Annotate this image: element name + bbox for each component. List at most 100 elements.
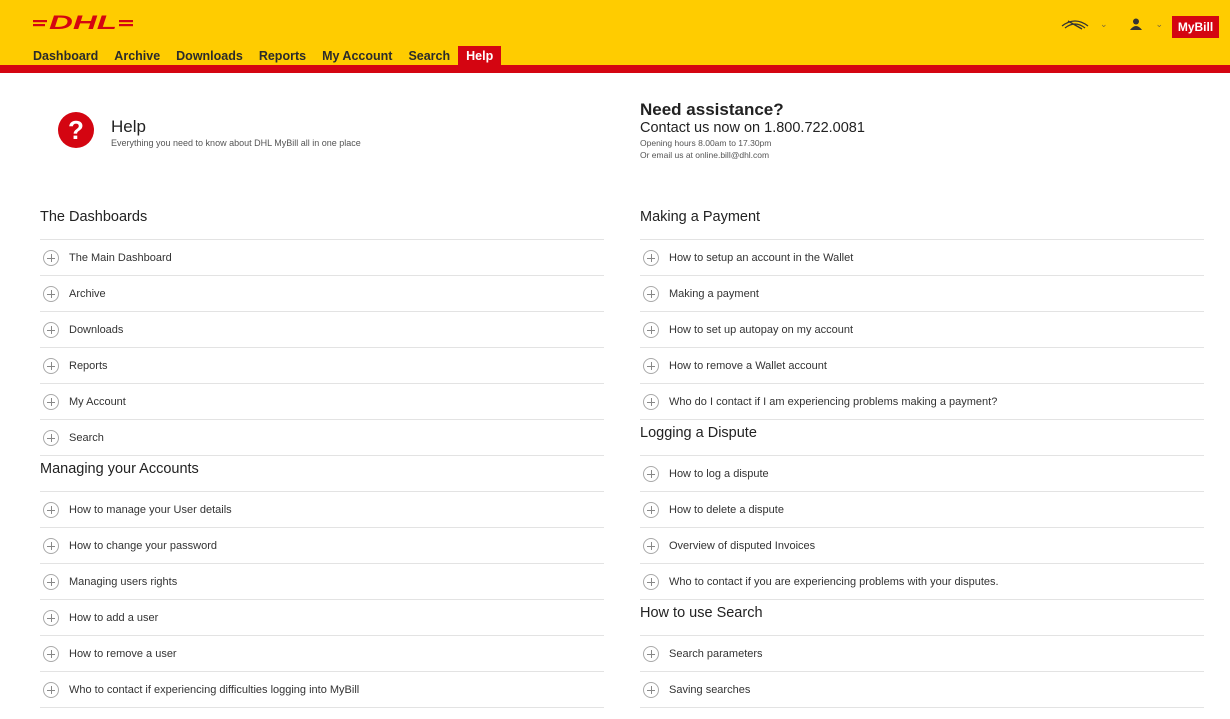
accordion-item[interactable]: The Main Dashboard [40, 240, 604, 276]
plus-circle-icon[interactable] [643, 573, 659, 590]
header-utility-icons: ⌄ ⌄ [1060, 17, 1163, 31]
plus-circle-icon[interactable] [643, 357, 659, 374]
chevron-down-icon[interactable]: ⌄ [1100, 19, 1108, 30]
plus-circle-icon[interactable] [43, 645, 59, 662]
section-title: Logging a Dispute [640, 420, 1204, 456]
accordion-item[interactable]: How to change your password [40, 528, 604, 564]
plus-circle-icon[interactable] [43, 429, 59, 446]
language-icon[interactable] [1060, 17, 1090, 31]
accordion-item[interactable]: Overview of disputed Invoices [640, 528, 1204, 564]
accordion-item[interactable]: How to manage your User details [40, 492, 604, 528]
help-question-icon: ? [58, 112, 94, 148]
accordion-item[interactable]: Who do I contact if I am experiencing pr… [640, 384, 1204, 420]
plus-circle-icon[interactable] [643, 249, 659, 266]
accordion-item[interactable]: Archive [40, 276, 604, 312]
accordion-item-label: Who to contact if you are experiencing p… [669, 575, 999, 588]
plus-circle-icon[interactable] [643, 645, 659, 662]
plus-circle-icon[interactable] [643, 537, 659, 554]
accordion-item-label: Search [69, 431, 104, 444]
nav-help[interactable]: Help [458, 46, 502, 66]
plus-circle-icon[interactable] [43, 357, 59, 374]
accordion-item-label: How to setup an account in the Wallet [669, 251, 854, 264]
accordion-item-label: My Account [69, 395, 126, 408]
nav-my-account[interactable]: My Account [314, 46, 400, 66]
accordion-item-label: Who to contact if experiencing difficult… [69, 683, 360, 696]
accordion-item-label: Managing users rights [69, 575, 178, 588]
plus-circle-icon[interactable] [43, 537, 59, 554]
accordion-item[interactable]: Reports [40, 348, 604, 384]
accordion-item[interactable]: How to remove a user [40, 636, 604, 672]
accordion-item-label: Who do I contact if I am experiencing pr… [669, 395, 998, 408]
accordion-item[interactable]: How to delete a dispute [640, 492, 1204, 528]
user-icon[interactable] [1129, 18, 1142, 30]
dhl-logo[interactable]: DHL [33, 12, 133, 34]
accordion-item[interactable]: How to setup an account in the Wallet [640, 240, 1204, 276]
page-subtitle: Everything you need to know about DHL My… [111, 138, 361, 148]
assistance-hours: Opening hours 8.00am to 17.30pm [640, 138, 772, 148]
assistance-title: Need assistance? [640, 100, 784, 119]
accordion-item-label: How to set up autopay on my account [669, 323, 854, 336]
accordion-item[interactable]: Saving searches [640, 672, 1204, 708]
accordion-item[interactable]: My Account [40, 384, 604, 420]
plus-circle-icon[interactable] [643, 465, 659, 482]
accordion-item[interactable]: Search parameters [640, 636, 1204, 672]
plus-circle-icon[interactable] [43, 501, 59, 518]
nav-reports[interactable]: Reports [251, 46, 314, 66]
plus-circle-icon[interactable] [43, 249, 59, 266]
plus-circle-icon[interactable] [643, 285, 659, 302]
nav-downloads[interactable]: Downloads [168, 46, 251, 66]
chevron-down-icon[interactable]: ⌄ [1156, 19, 1164, 30]
accordion-item[interactable]: Downloads [40, 312, 604, 348]
accordion-item-label: How to change your password [69, 539, 217, 552]
accordion-item-label: How to remove a user [69, 647, 177, 660]
accordion-item-label: Downloads [69, 323, 124, 336]
section-title: How to use Search [640, 600, 1204, 636]
accordion-item[interactable]: Who to contact if you are experiencing p… [640, 564, 1204, 600]
plus-circle-icon[interactable] [43, 573, 59, 590]
left-help-column: The Dashboards The Main Dashboard Archive D… [40, 204, 604, 708]
plus-circle-icon[interactable] [643, 393, 659, 410]
accordion-item-label: Making a payment [669, 287, 759, 300]
accordion-item[interactable]: How to set up autopay on my account [640, 312, 1204, 348]
accordion-item-label: How to manage your User details [69, 503, 232, 516]
plus-circle-icon[interactable] [643, 501, 659, 518]
section-title: The Dashboards [40, 204, 604, 240]
accordion-item-label: How to remove a Wallet account [669, 359, 827, 372]
accordion-item[interactable]: How to add a user [40, 600, 604, 636]
accordion-item-label: How to delete a dispute [669, 503, 784, 516]
plus-circle-icon[interactable] [643, 321, 659, 338]
accordion-item-label: Search parameters [669, 647, 763, 660]
assistance-phone: Contact us now on 1.800.722.0081 [640, 120, 865, 136]
right-help-column: Making a Payment How to setup an account … [640, 204, 1204, 708]
section-title: Making a Payment [640, 204, 1204, 240]
plus-circle-icon[interactable] [43, 285, 59, 302]
accordion-item[interactable]: How to log a dispute [640, 456, 1204, 492]
header-divider [0, 65, 1230, 73]
accordion-item-label: Archive [69, 287, 106, 300]
accordion-item-label: Overview of disputed Invoices [669, 539, 816, 552]
plus-circle-icon[interactable] [43, 393, 59, 410]
nav-archive[interactable]: Archive [106, 46, 168, 66]
accordion-item-label: Saving searches [669, 683, 751, 696]
assistance-email[interactable]: Or email us at online.bill@dhl.com [640, 149, 865, 161]
accordion-item[interactable]: Managing users rights [40, 564, 604, 600]
top-header: DHL ⌄ ⌄ MyBill Dashboard Archive Downloa… [0, 0, 1230, 73]
accordion-item-label: The Main Dashboard [69, 251, 172, 264]
accordion-item[interactable]: How to remove a Wallet account [640, 348, 1204, 384]
accordion-item[interactable]: Who to contact if experiencing difficult… [40, 672, 604, 708]
assistance-panel: Need assistance? Contact us now on 1.800… [640, 100, 865, 161]
main-nav: Dashboard Archive Downloads Reports My A… [25, 46, 502, 66]
nav-search[interactable]: Search [400, 46, 458, 66]
accordion-item-label: Reports [69, 359, 108, 372]
plus-circle-icon[interactable] [43, 681, 59, 698]
plus-circle-icon[interactable] [643, 681, 659, 698]
accordion-item[interactable]: Search [40, 420, 604, 456]
page-title: Help [111, 117, 146, 136]
nav-dashboard[interactable]: Dashboard [25, 46, 106, 66]
plus-circle-icon[interactable] [43, 609, 59, 626]
accordion-item-label: How to log a dispute [669, 467, 769, 480]
mybill-button[interactable]: MyBill [1172, 16, 1219, 38]
accordion-item[interactable]: Making a payment [640, 276, 1204, 312]
logo-text: DHL [49, 13, 117, 34]
plus-circle-icon[interactable] [43, 321, 59, 338]
